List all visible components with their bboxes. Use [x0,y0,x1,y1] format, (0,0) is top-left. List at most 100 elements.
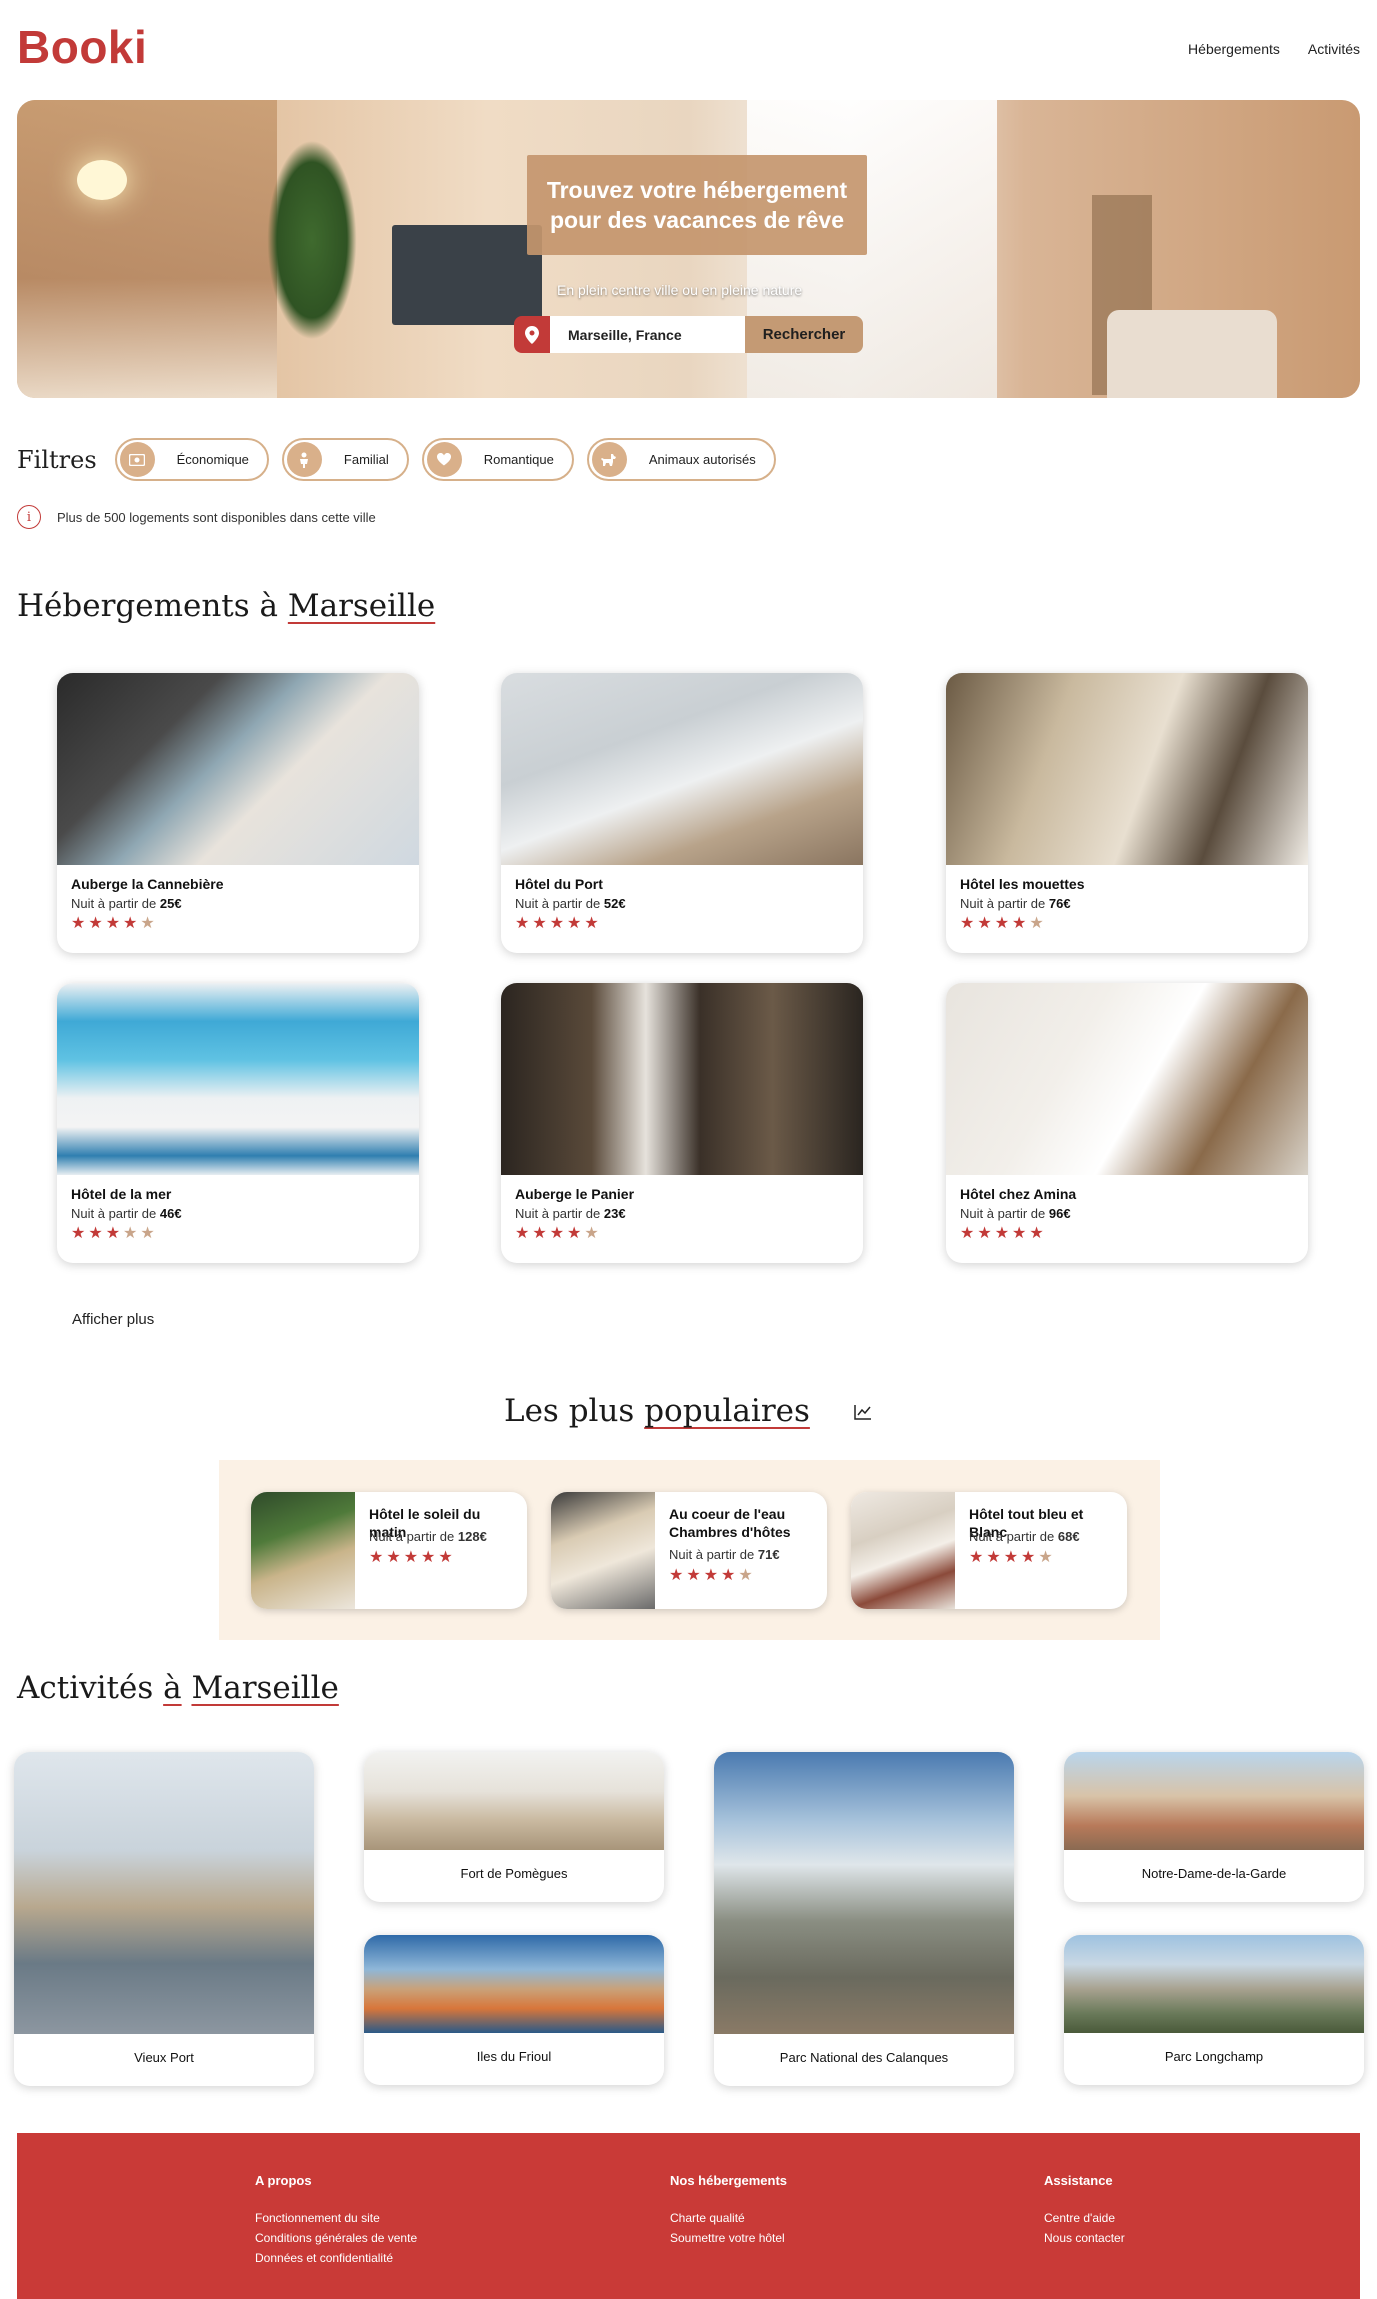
card-name: Auberge la Cannebière [71,876,224,892]
footer-link[interactable]: Fonctionnement du site [255,2208,417,2228]
star-icon: ★ [515,915,530,932]
card-name: Hôtel les mouettes [960,876,1085,892]
star-icon: ★ [567,1225,582,1242]
footer-link[interactable]: Soumettre votre hôtel [670,2228,787,2248]
hero-subtitle: En plein centre ville ou en pleine natur… [557,282,803,298]
star-icon: ★ [721,1567,736,1584]
footer-link[interactable]: Conditions générales de vente [255,2228,417,2248]
star-icon: ★ [1012,915,1027,932]
card-photo [251,1492,355,1609]
star-icon: ★ [584,915,599,932]
card-photo [851,1492,955,1609]
filter-animaux[interactable]: Animaux autorisés [586,438,776,481]
dog-icon [591,442,627,477]
activity-photo [364,1935,664,2033]
hebergement-card[interactable]: Hôtel chez Amina Nuit à partir de 96€ ★ ★… [946,983,1308,1263]
star-icon: ★ [123,915,138,932]
popular-card[interactable]: Au coeur de l'eau Chambres d'hôtes Nuit … [551,1492,827,1609]
rating-stars: ★ ★ ★ ★ ★ [369,1550,453,1566]
info-icon: i [17,505,41,529]
nav-hebergements[interactable]: Hébergements [1188,41,1280,57]
card-price: Nuit à partir de 23€ [515,1206,626,1221]
activity-card[interactable]: Iles du Frioul [364,1935,664,2085]
popular-card[interactable]: Hôtel tout bleu et Blanc Nuit à partir d… [851,1492,1127,1609]
footer-link[interactable]: Centre d'aide [1044,2208,1125,2228]
filters-label: Filtres [17,445,97,474]
star-icon: ★ [977,1225,992,1242]
footer: A propos Fonctionnement du site Conditio… [17,2133,1360,2299]
chip-label: Animaux autorisés [648,452,756,467]
footer-col-assistance: Assistance Centre d'aide Nous contacter [1044,2173,1125,2248]
footer-col-apropos: A propos Fonctionnement du site Conditio… [255,2173,417,2268]
family-icon [286,442,322,477]
star-icon: ★ [567,915,582,932]
popular-card[interactable]: Hôtel le soleil du matin Nuit à partir d… [251,1492,527,1609]
footer-col-hebergements: Nos hébergements Charte qualité Soumettr… [670,2173,787,2248]
card-photo [57,673,419,865]
footer-link[interactable]: Nous contacter [1044,2228,1125,2248]
star-icon: ★ [549,1225,565,1242]
activity-card[interactable]: Parc National des Calanques [714,1752,1014,2086]
plant-decoration [267,140,357,340]
footer-heading: Assistance [1044,2173,1113,2188]
activity-photo [1064,1935,1364,2033]
activity-name: Fort de Pomègues [460,1866,568,1881]
star-icon: ★ [88,915,103,932]
footer-link[interactable]: Données et confidentialité [255,2248,417,2268]
heart-icon [426,442,462,477]
star-icon: ★ [386,1549,401,1566]
activity-card[interactable]: Notre-Dame-de-la-Garde [1064,1752,1364,1902]
footer-heading: Nos hébergements [670,2173,788,2188]
activity-card[interactable]: Parc Longchamp [1064,1935,1364,2085]
rating-stars: ★ ★ ★ ★ ★ [960,1226,1044,1242]
logo[interactable]: Booki [17,20,147,74]
star-icon: ★ [1021,1549,1036,1566]
hebergement-card[interactable]: Hôtel de la mer Nuit à partir de 46€ ★ ★ ★… [57,983,419,1263]
activity-photo [364,1752,664,1850]
hebergement-card[interactable]: Hôtel du Port Nuit à partir de 52€ ★ ★ ★ ★ ★ [501,673,863,953]
title-prefix: Activités [17,1670,164,1706]
info-message: i Plus de 500 logements sont disponibles… [17,505,376,529]
activity-card[interactable]: Fort de Pomègues [364,1752,664,1902]
activity-card[interactable]: Vieux Port [14,1752,314,2086]
activity-photo [14,1752,314,2034]
populaires-title: Les plus populaires [504,1393,810,1429]
title-city: Marseille [191,1670,339,1706]
star-icon: ★ [105,1225,121,1242]
trend-chart-icon [854,1404,872,1425]
card-price: Nuit à partir de 68€ [969,1529,1080,1544]
hebergement-card[interactable]: Auberge le Panier Nuit à partir de 23€ ★… [501,983,863,1263]
hebergement-card[interactable]: Hôtel les mouettes Nuit à partir de 76€ … [946,673,1308,953]
star-icon: ★ [88,1225,103,1242]
nav-activites[interactable]: Activités [1308,41,1360,57]
search-input[interactable] [550,316,745,353]
rating-stars: ★ ★ ★ ★ ★ [515,916,599,932]
star-icon: ★ [1012,1225,1027,1242]
info-text: Plus de 500 logements sont disponibles d… [57,509,376,525]
star-icon: ★ [1029,1225,1044,1242]
hero-title: Trouvez votre hébergement pour des vacan… [527,155,867,255]
money-icon [119,442,155,477]
rating-stars: ★ ★ ★ ★ ★ [669,1568,753,1584]
card-name: Au coeur de l'eau Chambres d'hôtes [669,1506,791,1540]
star-icon: ★ [669,1567,684,1584]
filters-bar: Filtres Économique Familial Romantique A… [17,438,789,481]
rating-stars: ★ ★ ★ ★ ★ [71,916,155,932]
search-button[interactable]: Rechercher [745,316,863,353]
card-price: Nuit à partir de 46€ [71,1206,182,1221]
star-icon: ★ [71,1225,86,1242]
footer-link[interactable]: Charte qualité [670,2208,787,2228]
filter-romantique[interactable]: Romantique [421,438,574,481]
card-price: Nuit à partir de 71€ [669,1547,780,1562]
star-icon: ★ [515,1225,530,1242]
show-more-link[interactable]: Afficher plus [72,1311,154,1328]
star-icon: ★ [123,1225,138,1242]
activity-name: Parc Longchamp [1164,2049,1264,2064]
card-photo [501,673,863,865]
filter-economique[interactable]: Économique [114,438,269,481]
hebergement-card[interactable]: Auberge la Cannebière Nuit à partir de 2… [57,673,419,953]
card-photo [946,983,1308,1175]
filter-familial[interactable]: Familial [281,438,409,481]
card-name: Hôtel du Port [515,876,603,892]
footer-heading: A propos [255,2173,312,2188]
